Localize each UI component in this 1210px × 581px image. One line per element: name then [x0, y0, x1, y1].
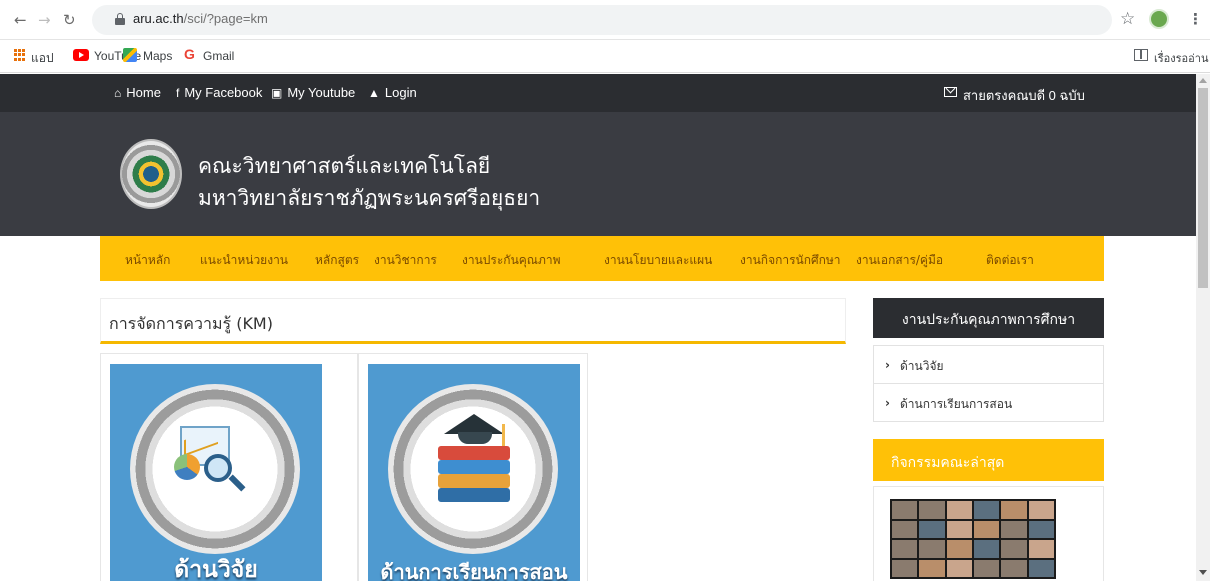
qa-section-header: งานประกันคุณภาพการศึกษา	[873, 298, 1104, 338]
card-label-research[interactable]: ด้านวิจัย	[110, 552, 322, 581]
reload-icon[interactable]: ↻	[63, 12, 76, 28]
qa-item-teaching[interactable]: › ด้านการเรียนการสอน	[874, 384, 1103, 422]
top-link-youtube[interactable]: ▣ My Youtube	[271, 85, 355, 100]
page-scrollbar[interactable]	[1196, 74, 1210, 581]
dean-mailbox-link[interactable]: สายตรงคณบดี 0 ฉบับ	[963, 85, 1085, 106]
research-image[interactable]: ด้านวิจัย	[110, 364, 322, 581]
back-arrow-icon[interactable]: ←	[14, 12, 27, 28]
top-link-home[interactable]: ⌂ Home	[114, 85, 161, 100]
nav-item-home[interactable]: หน้าหลัก	[125, 251, 170, 270]
km-card-research[interactable]: ด้านวิจัย	[100, 353, 358, 581]
bookmark-apps[interactable]: แอป	[31, 49, 54, 68]
menu-kebab-icon[interactable]: ⋮	[1188, 10, 1203, 28]
mail-icon[interactable]	[944, 87, 957, 97]
university-logo[interactable]	[120, 139, 182, 209]
url-text[interactable]: aru.ac.th/sci/?page=km	[133, 11, 268, 26]
card-label-teaching[interactable]: ด้านการเรียนการสอน	[368, 556, 580, 581]
lock-icon: ▲	[368, 86, 380, 100]
nav-item-curriculum[interactable]: หลักสูตร	[315, 251, 359, 270]
research-chart-icon	[174, 426, 254, 496]
site-title-university: มหาวิทยาลัยราชภัฏพระนครศรีอยุธยา	[198, 186, 541, 210]
reading-list-label[interactable]: เรื่องรออ่าน	[1154, 49, 1208, 67]
youtube-play-icon: ▣	[271, 86, 283, 100]
qa-item-label[interactable]: ด้านวิจัย	[900, 357, 944, 376]
nav-item-policy[interactable]: งานนโยบายและแผน	[604, 251, 712, 270]
scroll-thumb[interactable]	[1198, 88, 1208, 288]
lock-icon[interactable]	[115, 13, 125, 25]
maps-icon[interactable]	[123, 48, 137, 62]
site-header: คณะวิทยาศาสตร์และเทคโนโลยี มหาวิทยาลัยรา…	[0, 112, 1196, 236]
km-section-header: การจัดการความรู้ (KM)	[100, 298, 846, 344]
activity-section-header: กิจกรรมคณะล่าสุด	[873, 439, 1104, 481]
top-link-facebook[interactable]: f My Facebook	[176, 85, 262, 100]
profile-avatar[interactable]	[1149, 9, 1169, 29]
top-link-login[interactable]: ▲ Login	[368, 85, 417, 100]
qa-section-title: งานประกันคุณภาพการศึกษา	[901, 312, 1076, 328]
main-navigation: หน้าหลัก แนะนำหน่วยงาน หลักสูตร งานวิชาก…	[100, 236, 1104, 281]
chevron-right-icon: ›	[885, 396, 890, 410]
browser-toolbar: ← → ↻ aru.ac.th/sci/?page=km ☆ ⋮	[0, 0, 1210, 40]
bookmark-gmail[interactable]: Gmail	[203, 49, 234, 63]
graduation-books-icon	[428, 414, 518, 504]
activity-section-title: กิจกรรมคณะล่าสุด	[891, 455, 1005, 471]
scroll-up-arrow-icon[interactable]	[1199, 78, 1207, 83]
bookmarks-bar: แอป YouTube Maps G Gmail เรื่องรออ่าน	[0, 40, 1210, 73]
scroll-down-arrow-icon[interactable]	[1199, 570, 1207, 575]
qa-list: › ด้านวิจัย › ด้านการเรียนการสอน	[873, 345, 1104, 422]
site-title-faculty: คณะวิทยาศาสตร์และเทคโนโลยี	[198, 154, 491, 178]
home-icon: ⌂	[114, 86, 122, 100]
nav-item-student-affairs[interactable]: งานกิจการนักศึกษา	[740, 251, 841, 270]
forward-arrow-icon[interactable]: →	[38, 12, 51, 28]
apps-grid-icon[interactable]	[14, 49, 26, 61]
bookmark-maps[interactable]: Maps	[143, 49, 172, 63]
qa-item-research[interactable]: › ด้านวิจัย	[874, 346, 1103, 384]
top-bar: ⌂ Home f My Facebook ▣ My Youtube ▲ Login สา…	[0, 74, 1196, 112]
nav-item-contact[interactable]: ติดต่อเรา	[986, 251, 1034, 270]
km-section-title: การจัดการความรู้ (KM)	[109, 314, 273, 333]
nav-item-academic[interactable]: งานวิชาการ	[374, 251, 437, 270]
activity-thumbnail-box	[873, 486, 1104, 581]
youtube-icon[interactable]	[73, 49, 89, 61]
facebook-icon: f	[176, 86, 180, 100]
nav-item-documents[interactable]: งานเอกสาร/คู่มือ	[856, 251, 943, 270]
qa-item-label[interactable]: ด้านการเรียนการสอน	[900, 395, 1012, 414]
nav-item-about[interactable]: แนะนำหน่วยงาน	[200, 251, 288, 270]
nav-item-quality[interactable]: งานประกันคุณภาพ	[462, 251, 561, 270]
chevron-right-icon: ›	[885, 358, 890, 372]
activity-photo[interactable]	[890, 499, 1056, 579]
bookmark-star-icon[interactable]: ☆	[1120, 9, 1135, 29]
teaching-image[interactable]: ด้านการเรียนการสอน	[368, 364, 580, 581]
gmail-icon[interactable]: G	[184, 46, 195, 62]
page-viewport: ⌂ Home f My Facebook ▣ My Youtube ▲ Login สา…	[0, 74, 1196, 581]
km-card-teaching[interactable]: ด้านการเรียนการสอน	[358, 353, 588, 581]
reading-list-icon[interactable]	[1134, 49, 1148, 61]
